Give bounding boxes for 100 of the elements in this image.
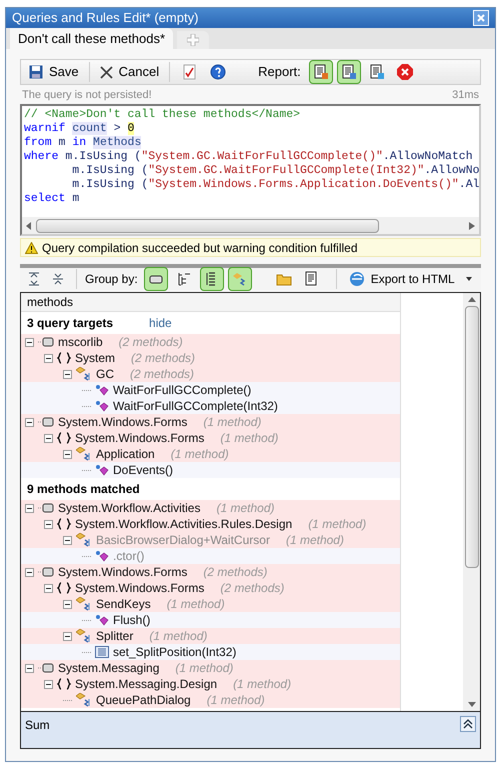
tree-row[interactable]: DoEvents() — [21, 462, 400, 478]
code-line: where m.IsUsing ("System.GC.WaitForFullGCComplete()".AllowNoMatch — [24, 150, 473, 164]
class-icon — [76, 693, 92, 707]
close-button[interactable] — [473, 10, 489, 26]
collapse-icon[interactable] — [25, 504, 34, 512]
method-count: (1 method) — [286, 532, 344, 549]
tree-row[interactable]: System.Workflow.Activities (1 method) — [21, 500, 400, 516]
tree-row[interactable]: System.Windows.Forms (2 methods) — [21, 580, 400, 596]
query-time: 31ms — [452, 88, 479, 104]
report-button[interactable] — [336, 60, 361, 84]
node-name: set_SplitPosition(Int32) — [113, 644, 236, 661]
tree-row[interactable]: System.Windows.Forms (1 method) — [21, 414, 400, 430]
column-header[interactable]: methods — [21, 293, 400, 312]
assembly-button[interactable] — [144, 267, 168, 291]
close-icon — [100, 66, 113, 78]
tree-row[interactable]: Application (1 method) — [21, 446, 400, 462]
hide-link[interactable]: hide — [149, 314, 172, 332]
assembly-icon — [38, 337, 54, 347]
horizontal-scrollbar[interactable] — [22, 217, 479, 234]
code-line: // <Name>Don't call these methods</Name> — [24, 108, 300, 122]
tree-row[interactable]: Flush() — [21, 612, 400, 628]
collapse-icon[interactable] — [44, 434, 53, 442]
braces-icon — [57, 432, 71, 444]
tree-row[interactable]: Splitter (1 method) — [21, 628, 400, 644]
node-name: System.Windows.Forms — [58, 414, 188, 431]
method-count: (2 methods) — [203, 564, 268, 581]
code-editor[interactable] — [20, 104, 481, 236]
tree-row[interactable]: System.Windows.Forms (2 methods) — [21, 564, 400, 580]
class-icon — [76, 447, 92, 461]
collapse-icon[interactable] — [44, 584, 53, 592]
plus-icon — [187, 34, 200, 46]
right-arrow-icon[interactable] — [469, 222, 475, 230]
method-count: (1 method) — [220, 430, 278, 447]
tree-row[interactable]: System.Messaging.Design (1 method) — [21, 676, 400, 692]
list-button[interactable] — [200, 267, 224, 291]
node-name: System — [75, 350, 116, 367]
method-icon — [95, 400, 109, 412]
collapse-icon[interactable] — [63, 370, 72, 378]
class-icon — [76, 533, 92, 547]
expand-button[interactable] — [460, 716, 476, 732]
braces-icon — [57, 678, 71, 690]
collapse-icon[interactable] — [63, 536, 72, 544]
tree-row[interactable]: System.Windows.Forms (1 method) — [21, 430, 400, 446]
tab[interactable]: Don't call these methods* — [10, 28, 174, 49]
group-by-label: Group by: — [85, 271, 138, 288]
class-icon — [76, 367, 92, 381]
collapse-icon[interactable] — [44, 680, 53, 688]
method-count: (1 method) — [149, 628, 208, 645]
node-name: WaitForFullGCComplete() — [113, 382, 252, 399]
section-heading: 3 query targets — [27, 315, 114, 332]
method-count: (1 method) — [203, 414, 262, 431]
collapse-icon[interactable] — [44, 354, 53, 362]
left-arrow-icon[interactable] — [26, 222, 32, 230]
method-count: (1 method) — [233, 676, 292, 693]
tree-row[interactable]: QueuePathDialog (1 method) — [21, 692, 400, 708]
tree-row[interactable]: WaitForFullGCComplete(Int32) — [21, 398, 400, 414]
floppy-icon — [29, 65, 43, 79]
class-icon — [76, 629, 92, 643]
cancel-button[interactable]: Cancel — [98, 62, 162, 82]
down-arrow-icon[interactable] — [468, 702, 476, 707]
collapse-icon[interactable] — [44, 520, 53, 528]
node-name: System.Messaging — [58, 660, 160, 677]
vertical-scrollbar[interactable] — [463, 293, 480, 711]
tree-row[interactable]: System.Messaging (1 method) — [21, 660, 400, 676]
node-name: System.Workflow.Activities — [58, 500, 200, 517]
export-button[interactable]: Export to HTML — [348, 270, 473, 288]
tree-row[interactable]: set_SplitPosition(Int32) — [21, 644, 400, 660]
node-name: WaitForFullGCComplete(Int32) — [113, 398, 278, 415]
warning-icon — [25, 242, 38, 254]
collapse-icon[interactable] — [25, 338, 34, 346]
method-count: (1 method) — [216, 500, 275, 517]
node-name: System.Windows.Forms — [75, 430, 204, 447]
tree-row[interactable]: mscorlib (2 methods) — [21, 334, 400, 350]
close-icon — [476, 13, 486, 23]
tree-row[interactable]: WaitForFullGCComplete() — [21, 382, 400, 398]
node-name: mscorlib — [58, 334, 103, 351]
collapse-all-icon — [51, 272, 65, 286]
section-heading: 9 methods matched — [27, 481, 140, 498]
braces-icon — [57, 582, 71, 594]
save-button[interactable]: Save — [27, 62, 81, 82]
class-icon — [232, 271, 248, 287]
tree-row[interactable]: GC (2 methods) — [21, 366, 400, 382]
method-icon — [95, 550, 109, 562]
tree-row[interactable]: System (2 methods) — [21, 350, 400, 366]
collapse-icon[interactable] — [25, 568, 34, 576]
method-icon — [95, 384, 109, 396]
method-icon — [95, 614, 109, 626]
collapse-icon[interactable] — [63, 450, 72, 458]
help-icon — [210, 64, 226, 80]
report-button[interactable] — [308, 60, 333, 84]
collapse-icon[interactable] — [25, 418, 34, 426]
tree-row[interactable]: SendKeys (1 method) — [21, 596, 400, 612]
tree-row[interactable]: System.Workflow.Activities.Rules.Design (1 method) — [21, 516, 400, 532]
node-name: System.Workflow.Activities.Rules.Design — [75, 516, 292, 533]
collapse-icon[interactable] — [25, 664, 34, 672]
collapse-icon[interactable] — [63, 600, 72, 608]
report-chart-icon — [312, 64, 329, 80]
method-count: (1 method) — [206, 692, 265, 709]
collapse-icon[interactable] — [63, 632, 72, 640]
up-arrow-icon[interactable] — [468, 297, 476, 302]
